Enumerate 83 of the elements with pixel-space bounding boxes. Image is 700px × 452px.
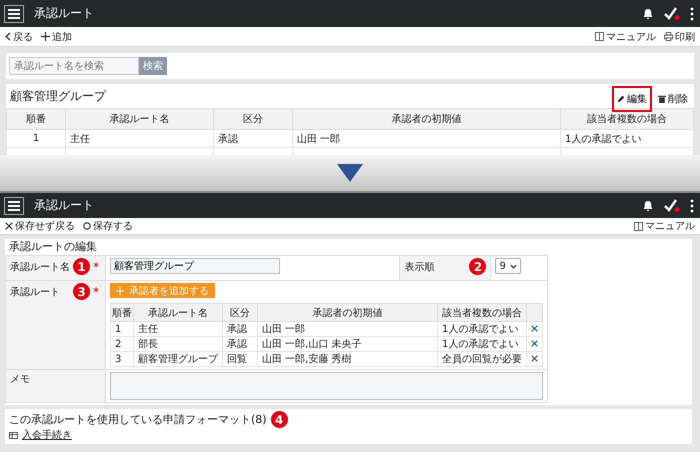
column-header: 承認ルート名 — [134, 304, 222, 322]
usage-title: この承認ルートを使用している申請フォーマット(8) — [9, 412, 267, 427]
table-cell: 承認 — [222, 336, 258, 352]
back-button[interactable]: 戻る — [5, 30, 33, 44]
column-header: 承認ルート名 — [66, 108, 214, 130]
table-cell: 1人の承認でよい — [438, 336, 526, 352]
input-field[interactable]: 顧客管理グループ — [110, 258, 280, 274]
table-cell: 主任 — [66, 130, 214, 148]
table-cell: 山田 一郎,山口 未央子 — [258, 336, 438, 352]
table-cell: 承認 — [222, 322, 258, 336]
field-label: 承認ルート名 — [10, 260, 70, 274]
table-cell: 全員の回覧が必要 — [438, 352, 526, 366]
column-header: 承認者の初期値 — [292, 108, 560, 130]
edit-button[interactable]: 編集 — [612, 86, 652, 112]
book-icon — [634, 222, 643, 230]
table-cell: 山田 一郎 — [258, 322, 438, 336]
menu-icon[interactable] — [4, 196, 24, 214]
format-link[interactable]: 入会手続き — [22, 428, 72, 442]
add-button[interactable]: 追加 — [41, 30, 72, 44]
form-icon — [9, 432, 18, 438]
table-cell: 部長 — [134, 336, 222, 352]
table-cell: 3 — [110, 352, 134, 366]
printer-icon — [664, 32, 673, 41]
column-header: 区分 — [214, 108, 292, 130]
search-field[interactable]: 承認ルート名を検索 — [9, 57, 139, 75]
number-badge: 4 — [270, 411, 288, 428]
table-cell: 2 — [110, 336, 134, 352]
section-title: 承認ルートの編集 — [8, 239, 98, 255]
table-cell: 顧客管理グループ — [134, 352, 222, 366]
manual-button[interactable]: マニュアル — [634, 219, 695, 233]
table-cell: 山田 一郎 — [292, 130, 560, 148]
remove-icon[interactable] — [531, 324, 538, 332]
table-cell: 山田 一郎,安藤 秀樹 — [258, 352, 438, 366]
print-button[interactable]: 印刷 — [664, 30, 695, 44]
close-icon — [5, 222, 13, 230]
chevron-icon — [510, 264, 517, 268]
save-button[interactable]: 保存する — [83, 219, 133, 233]
checkmark-icon[interactable] — [664, 199, 680, 212]
plus-icon — [116, 286, 124, 294]
table-cell: 1 — [6, 130, 66, 148]
table-cell: 主任 — [134, 322, 222, 336]
table-cell: 1人の承認でよい — [560, 130, 694, 148]
column-header: 承認者の初期値 — [258, 304, 438, 322]
column-header: 該当者複数の場合 — [560, 108, 694, 130]
plus-icon — [41, 32, 50, 41]
pencil-icon — [617, 95, 625, 103]
number-badge: 2 — [469, 258, 486, 275]
book-icon — [595, 32, 604, 41]
remove-icon[interactable] — [531, 340, 538, 346]
table-cell: 承認 — [214, 130, 292, 148]
field-label: 表示順 — [404, 260, 436, 274]
column-header: 順番 — [6, 108, 66, 130]
required-mark: * — [93, 260, 100, 274]
manual-button[interactable]: マニュアル — [595, 30, 656, 44]
page-title: 承認ルート — [34, 5, 94, 22]
column-header: 該当者複数の場合 — [438, 304, 526, 322]
trash-icon — [658, 95, 666, 103]
more-icon[interactable] — [690, 198, 694, 212]
table-cell: 1人の承認でよい — [438, 322, 526, 336]
remove-icon[interactable] — [531, 354, 538, 362]
delete-button[interactable]: 削除 — [654, 89, 692, 109]
bell-icon[interactable] — [642, 200, 654, 212]
down-arrow-icon — [337, 164, 363, 182]
column-header: 順番 — [110, 304, 134, 322]
number-badge: 1 — [73, 258, 90, 275]
menu-icon[interactable] — [4, 4, 24, 22]
group-title: 顧客管理グループ — [10, 88, 106, 104]
bell-icon[interactable] — [642, 8, 654, 20]
more-icon[interactable] — [690, 6, 694, 20]
memo-field[interactable] — [110, 372, 543, 400]
number-badge: 3 — [73, 283, 90, 300]
field-label: メモ — [10, 373, 31, 386]
table-cell: 1 — [110, 322, 134, 336]
column-header: 区分 — [222, 304, 258, 322]
cancel-button[interactable]: 保存せず戻る — [5, 219, 75, 233]
back-icon — [5, 32, 11, 41]
circle-icon — [83, 222, 91, 230]
required-mark: * — [93, 284, 100, 298]
order-dropdown[interactable]: 9 — [495, 258, 521, 274]
page-title: 承認ルート — [34, 197, 94, 214]
field-label: 承認ルート — [10, 286, 61, 298]
checkmark-icon[interactable] — [664, 7, 680, 20]
table-cell: 回覧 — [222, 352, 258, 366]
